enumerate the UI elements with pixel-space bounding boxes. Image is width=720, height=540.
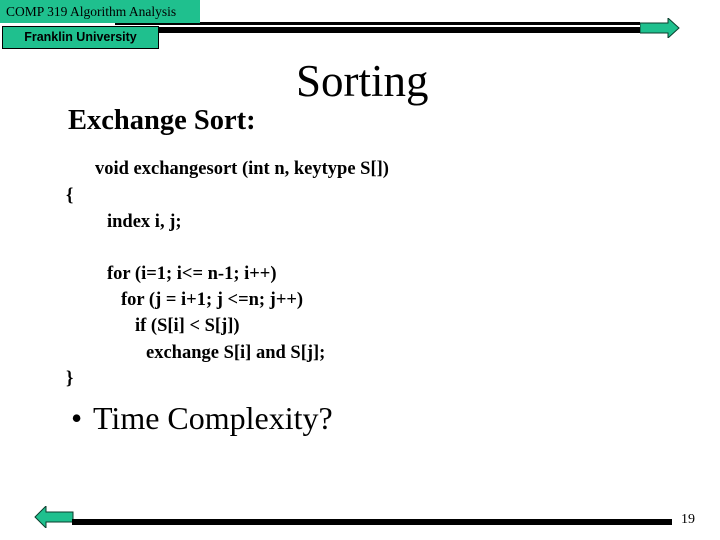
arrow-left-icon[interactable]	[34, 506, 74, 528]
footer-rule	[72, 519, 672, 525]
code-line-outer-loop: for (i=1; i<= n-1; i++)	[107, 264, 277, 284]
code-line-condition: if (S[i] < S[j])	[135, 316, 240, 336]
bullet-text: Time Complexity?	[93, 400, 333, 436]
bullet-dot-icon: •	[71, 400, 83, 436]
header-rule-stripe	[115, 25, 640, 27]
header-rule	[115, 22, 640, 33]
section-heading: Exchange Sort:	[68, 105, 256, 136]
school-label: Franklin University	[2, 26, 159, 49]
arrow-right-icon[interactable]	[640, 18, 680, 38]
code-line-declaration: index i, j;	[107, 212, 182, 232]
code-line-exchange: exchange S[i] and S[j];	[146, 343, 326, 363]
page-number: 19	[681, 512, 695, 527]
slide-title: Sorting	[296, 56, 429, 106]
code-line-open-brace: {	[66, 186, 74, 206]
course-label: COMP 319 Algorithm Analysis	[0, 0, 200, 23]
bullet-item: • Time Complexity?	[71, 398, 333, 438]
code-line-close-brace: }	[66, 369, 74, 389]
code-line-signature: void exchangesort (int n, keytype S[])	[95, 159, 389, 179]
code-line-inner-loop: for (j = i+1; j <=n; j++)	[121, 290, 304, 310]
